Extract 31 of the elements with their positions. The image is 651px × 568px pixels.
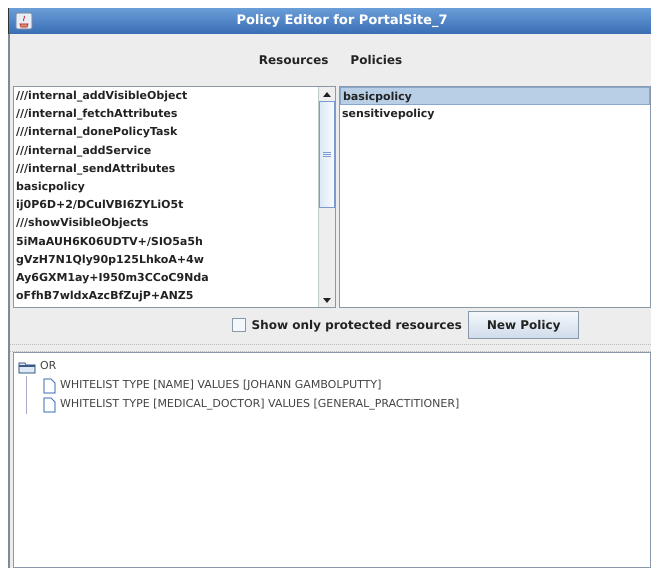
policy-item[interactable]: sensitivepolicy: [340, 105, 650, 123]
resource-item[interactable]: 5iMaAUH6K06UDTV+/SIO5a5h: [16, 232, 318, 251]
resource-item[interactable]: ///internal_donePolicyTask: [16, 123, 318, 142]
column-heading: Resources: [258, 52, 328, 69]
window-title: Policy Editor for PortalSite_7: [235, 12, 449, 30]
resource-item[interactable]: ///internal_addVisibleObject: [16, 87, 318, 106]
grip-icon[interactable]: [323, 152, 331, 157]
resource-item[interactable]: ///showVisibleObjects: [16, 214, 318, 232]
app-icon: [15, 12, 33, 30]
document-icon: [43, 378, 56, 394]
scroll-down-icon[interactable]: [323, 298, 331, 302]
tree-node[interactable]: OR: [40, 358, 56, 375]
tree-node[interactable]: WHITELIST TYPE [NAME] VALUES [JOHANN GAMBOLPUTTY]: [60, 377, 382, 394]
folder-icon: [18, 360, 36, 374]
checkbox[interactable]: [232, 318, 246, 332]
resource-item[interactable]: ///internal_sendAttributes: [16, 160, 318, 178]
resource-item[interactable]: basicpolicy: [16, 178, 318, 196]
resource-item[interactable]: Ay6GXM1ay+I950m3CCoC9Nda: [16, 268, 318, 288]
resource-item[interactable]: ij0P6D+2/DCulVBI6ZYLiO5t: [16, 196, 318, 214]
document-icon: [43, 396, 56, 412]
tree-node[interactable]: WHITELIST TYPE [MEDICAL_DOCTOR] VALUES [GENERAL_PRACTITIONER]: [60, 396, 460, 413]
resource-item[interactable]: ///internal_addService: [16, 142, 318, 160]
new-policy-button[interactable]: New Policy: [468, 311, 580, 339]
resource-item[interactable]: oFfhB7wldxAzcBfZujP+ANZ5: [16, 287, 318, 306]
scrollbar[interactable]: [318, 87, 335, 307]
policy-item[interactable]: basicpolicy: [340, 87, 650, 105]
resource-item[interactable]: gVzH7N1Qly90p125LhkoA+4w: [16, 250, 318, 269]
scroll-up-icon[interactable]: [323, 92, 331, 96]
checkbox-label: Show only protected resources: [252, 317, 462, 334]
column-heading: Policies: [350, 52, 402, 69]
resource-item[interactable]: ///internal_fetchAttributes: [16, 105, 318, 124]
